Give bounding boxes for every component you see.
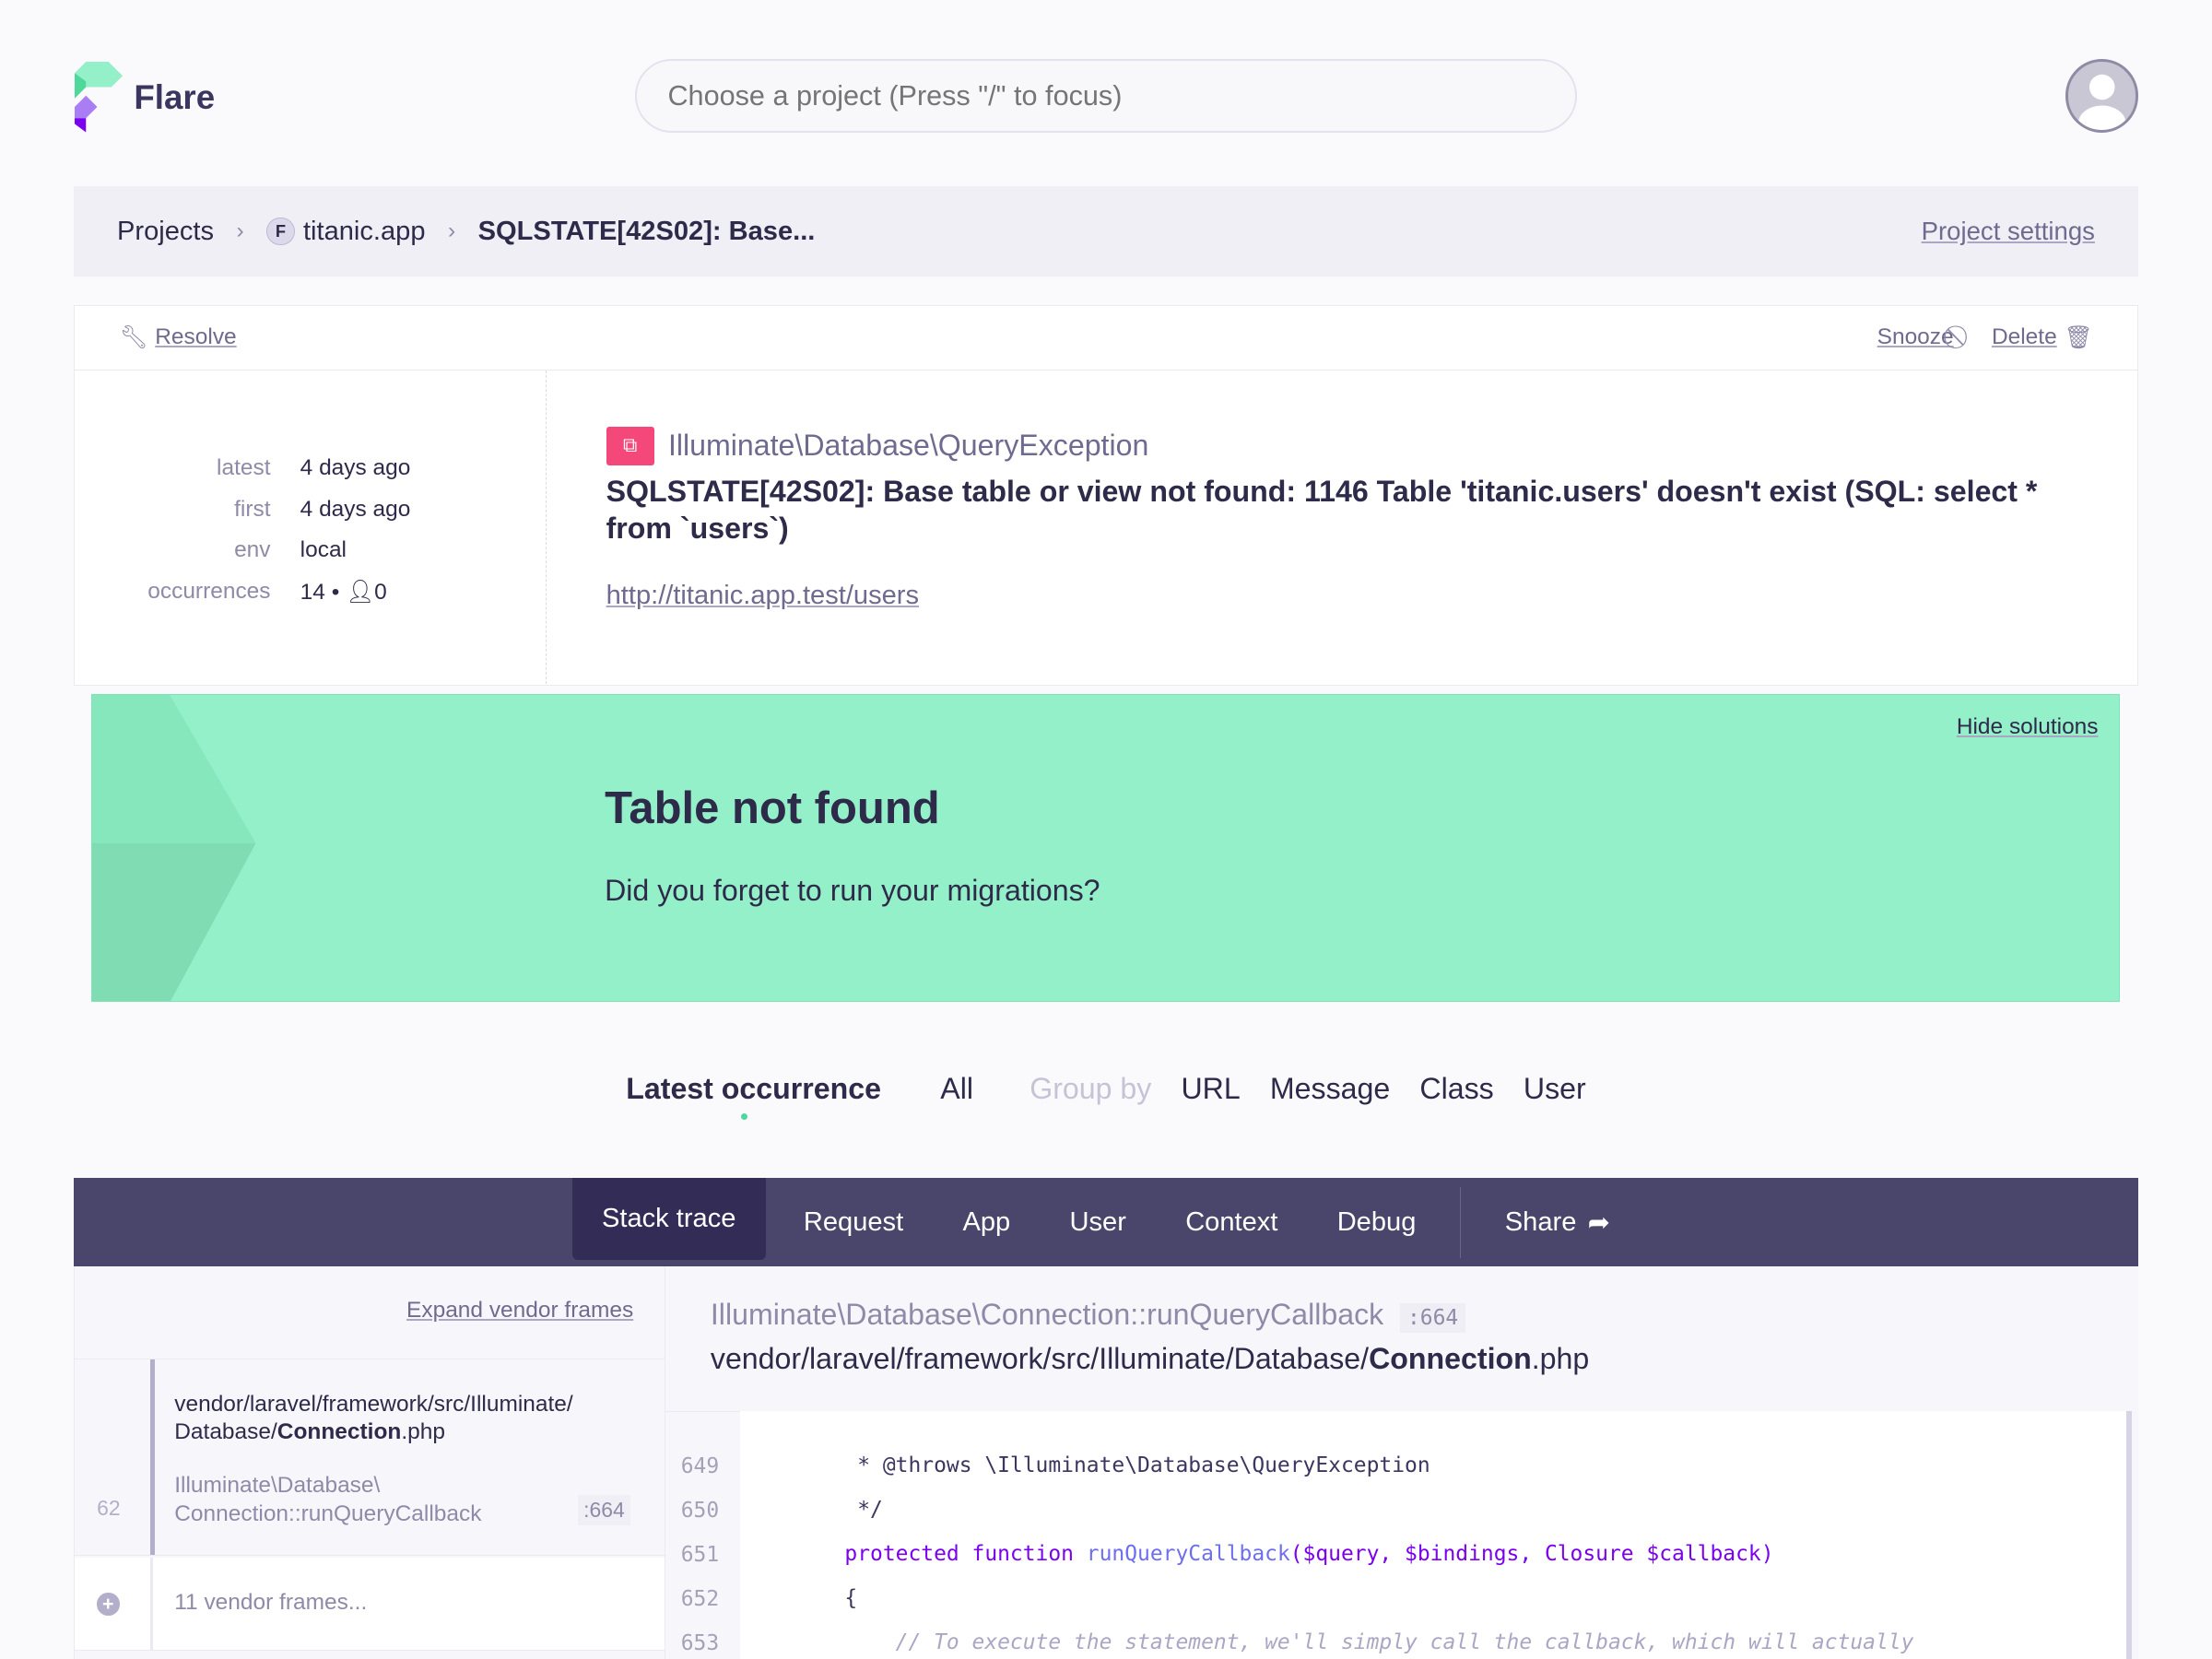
occurrence-count: 14 (300, 579, 325, 605)
line-number: 649 (680, 1454, 720, 1479)
flare-logo-icon (75, 62, 124, 133)
tab-request[interactable]: Request (774, 1178, 934, 1266)
line-number: 653 (680, 1630, 720, 1655)
meta-value: 4 days ago (300, 496, 411, 522)
meta-label: occurrences (147, 578, 271, 604)
code-snippet: * @throws \Illuminate\Database\QueryExce… (740, 1410, 2132, 1659)
expand-vendor-frames-link[interactable]: Expand vendor frames (406, 1298, 633, 1324)
flare-logo[interactable]: Flare (75, 62, 215, 133)
meta-label: latest (217, 455, 271, 481)
group-url[interactable]: URL (1181, 1072, 1240, 1106)
active-tab-indicator (740, 1112, 748, 1121)
line-number: 651 (680, 1543, 720, 1568)
occurrences-value: 14 • 👤︎0 (300, 571, 411, 611)
app-name: Flare (134, 77, 216, 116)
exception-message: SQLSTATE[42S02]: Base table or view not … (606, 474, 2038, 545)
solution-description: Did you forget to run your migrations? (605, 874, 1100, 908)
tab-all[interactable]: All (940, 1072, 973, 1106)
vendor-frames-row[interactable]: + 11 vendor frames... (74, 1557, 665, 1651)
nav-divider (1459, 1187, 1462, 1258)
group-user[interactable]: User (1524, 1072, 1586, 1106)
frame-method: ::runQueryCallback (288, 1501, 482, 1526)
tab-context[interactable]: Context (1156, 1178, 1308, 1266)
code-comment: // To execute the statement, we'll simpl… (794, 1630, 1914, 1654)
group-class[interactable]: Class (1419, 1072, 1493, 1106)
code-panel: Illuminate\Database\Connection::runQuery… (664, 1266, 2139, 1659)
code-line: { (794, 1586, 858, 1611)
meta-value: 4 days ago (300, 455, 411, 481)
project-badge: F (266, 217, 295, 246)
user-avatar[interactable] (2065, 59, 2139, 133)
share-label: Share (1504, 1206, 1577, 1237)
share-icon: ➦ (1587, 1207, 1610, 1238)
code-line: * @throws \Illuminate\Database\QueryExce… (794, 1453, 1430, 1478)
user-count: 0 (374, 579, 387, 605)
line-number: 650 (680, 1499, 720, 1524)
solution-panel: Hide solutions Table not found Did you f… (91, 694, 2121, 1002)
exception-class: Illuminate\Database\QueryException (667, 429, 1149, 463)
meta-value: local (300, 537, 347, 563)
project-search-input[interactable] (634, 59, 1578, 133)
group-message[interactable]: Message (1270, 1072, 1390, 1106)
code-function: runQueryCallback (1086, 1542, 1290, 1567)
breadcrumb-project[interactable]: titanic.app (303, 217, 426, 247)
detail-path: vendor/laravel/framework/src/Illuminate/… (710, 1341, 1370, 1375)
detail-method: ::runQueryCallback (1130, 1298, 1384, 1332)
chevron-right-icon: › (236, 218, 244, 243)
detail-ext: .php (1531, 1341, 1590, 1375)
detail-line: :664 (1400, 1303, 1465, 1334)
code-params: ($query, $bindings, Closure $callback) (1289, 1542, 1774, 1567)
detail-nav: Stack trace Request App User Context Deb… (73, 1178, 2139, 1267)
tab-user[interactable]: User (1040, 1178, 1156, 1266)
code-keyword: protected function (794, 1542, 1087, 1567)
tab-debug[interactable]: Debug (1308, 1178, 1446, 1266)
laravel-icon: ⧉ (606, 427, 654, 465)
meta-label: env (234, 537, 271, 563)
detail-file: Connection (1369, 1341, 1532, 1375)
stack-frame[interactable]: 62 vendor/laravel/framework/src/Illumina… (74, 1358, 665, 1557)
delete-button[interactable]: Delete (1992, 324, 2057, 350)
breadcrumb-current: SQLSTATE[42S02]: Base... (477, 216, 816, 246)
line-number: 652 (680, 1587, 720, 1612)
chevron-right-icon: › (448, 218, 456, 243)
solution-title: Table not found (605, 782, 940, 833)
frame-ext: .php (401, 1419, 445, 1445)
decorative-shape (92, 695, 257, 1001)
request-url-link[interactable]: http://titanic.app.test/users (606, 581, 919, 611)
line-numbers: 649 650 651 652 653 (665, 1410, 741, 1659)
bullet: • (331, 579, 340, 605)
project-settings-link[interactable]: Project settings (1922, 217, 2095, 246)
error-meta: latest 4 days ago first 4 days ago env loca… (147, 448, 410, 612)
user-icon: 👤︎ (346, 579, 375, 605)
tab-stack-trace[interactable]: Stack trace (571, 1178, 766, 1260)
code-line: */ (794, 1498, 883, 1523)
breadcrumb: Projects › F titanic.app › SQLSTATE[42S0… (73, 186, 2139, 276)
wrench-icon: 🔧︎ (119, 325, 148, 351)
frame-number: 62 (97, 1496, 121, 1521)
share-button[interactable]: Share ➦ (1476, 1178, 1640, 1266)
detail-class: Illuminate\Database\Connection (710, 1298, 1131, 1332)
user-icon (2077, 75, 2126, 130)
breadcrumb-projects[interactable]: Projects (117, 217, 214, 247)
tab-app[interactable]: App (933, 1178, 1040, 1266)
hide-solutions-link[interactable]: Hide solutions (1957, 714, 2099, 740)
occurrence-tabs: Latest occurrence All Group by URL Messa… (0, 1072, 2212, 1106)
meta-label: first (234, 496, 271, 522)
trash-icon: 🗑︎ (2064, 325, 2093, 351)
code-line: protected function runQueryCallback($que… (794, 1533, 2126, 1577)
frame-line: :664 (578, 1494, 630, 1525)
frame-file: Connection (276, 1419, 402, 1445)
stack-frames-panel: Expand vendor frames 62 vendor/laravel/f… (73, 1266, 665, 1659)
snooze-button[interactable]: Snooze (1877, 324, 1954, 350)
tab-latest-occurrence[interactable]: Latest occurrence (626, 1072, 881, 1106)
group-by-label: Group by (1030, 1072, 1152, 1106)
resolve-button[interactable]: Resolve (155, 324, 236, 350)
plus-circle-icon: + (97, 1593, 120, 1616)
vendor-frames-label: 11 vendor frames... (174, 1589, 368, 1615)
error-card: 🔧︎ Resolve Snooze ⃠ Delete 🗑︎ latest4 da… (73, 304, 2139, 686)
